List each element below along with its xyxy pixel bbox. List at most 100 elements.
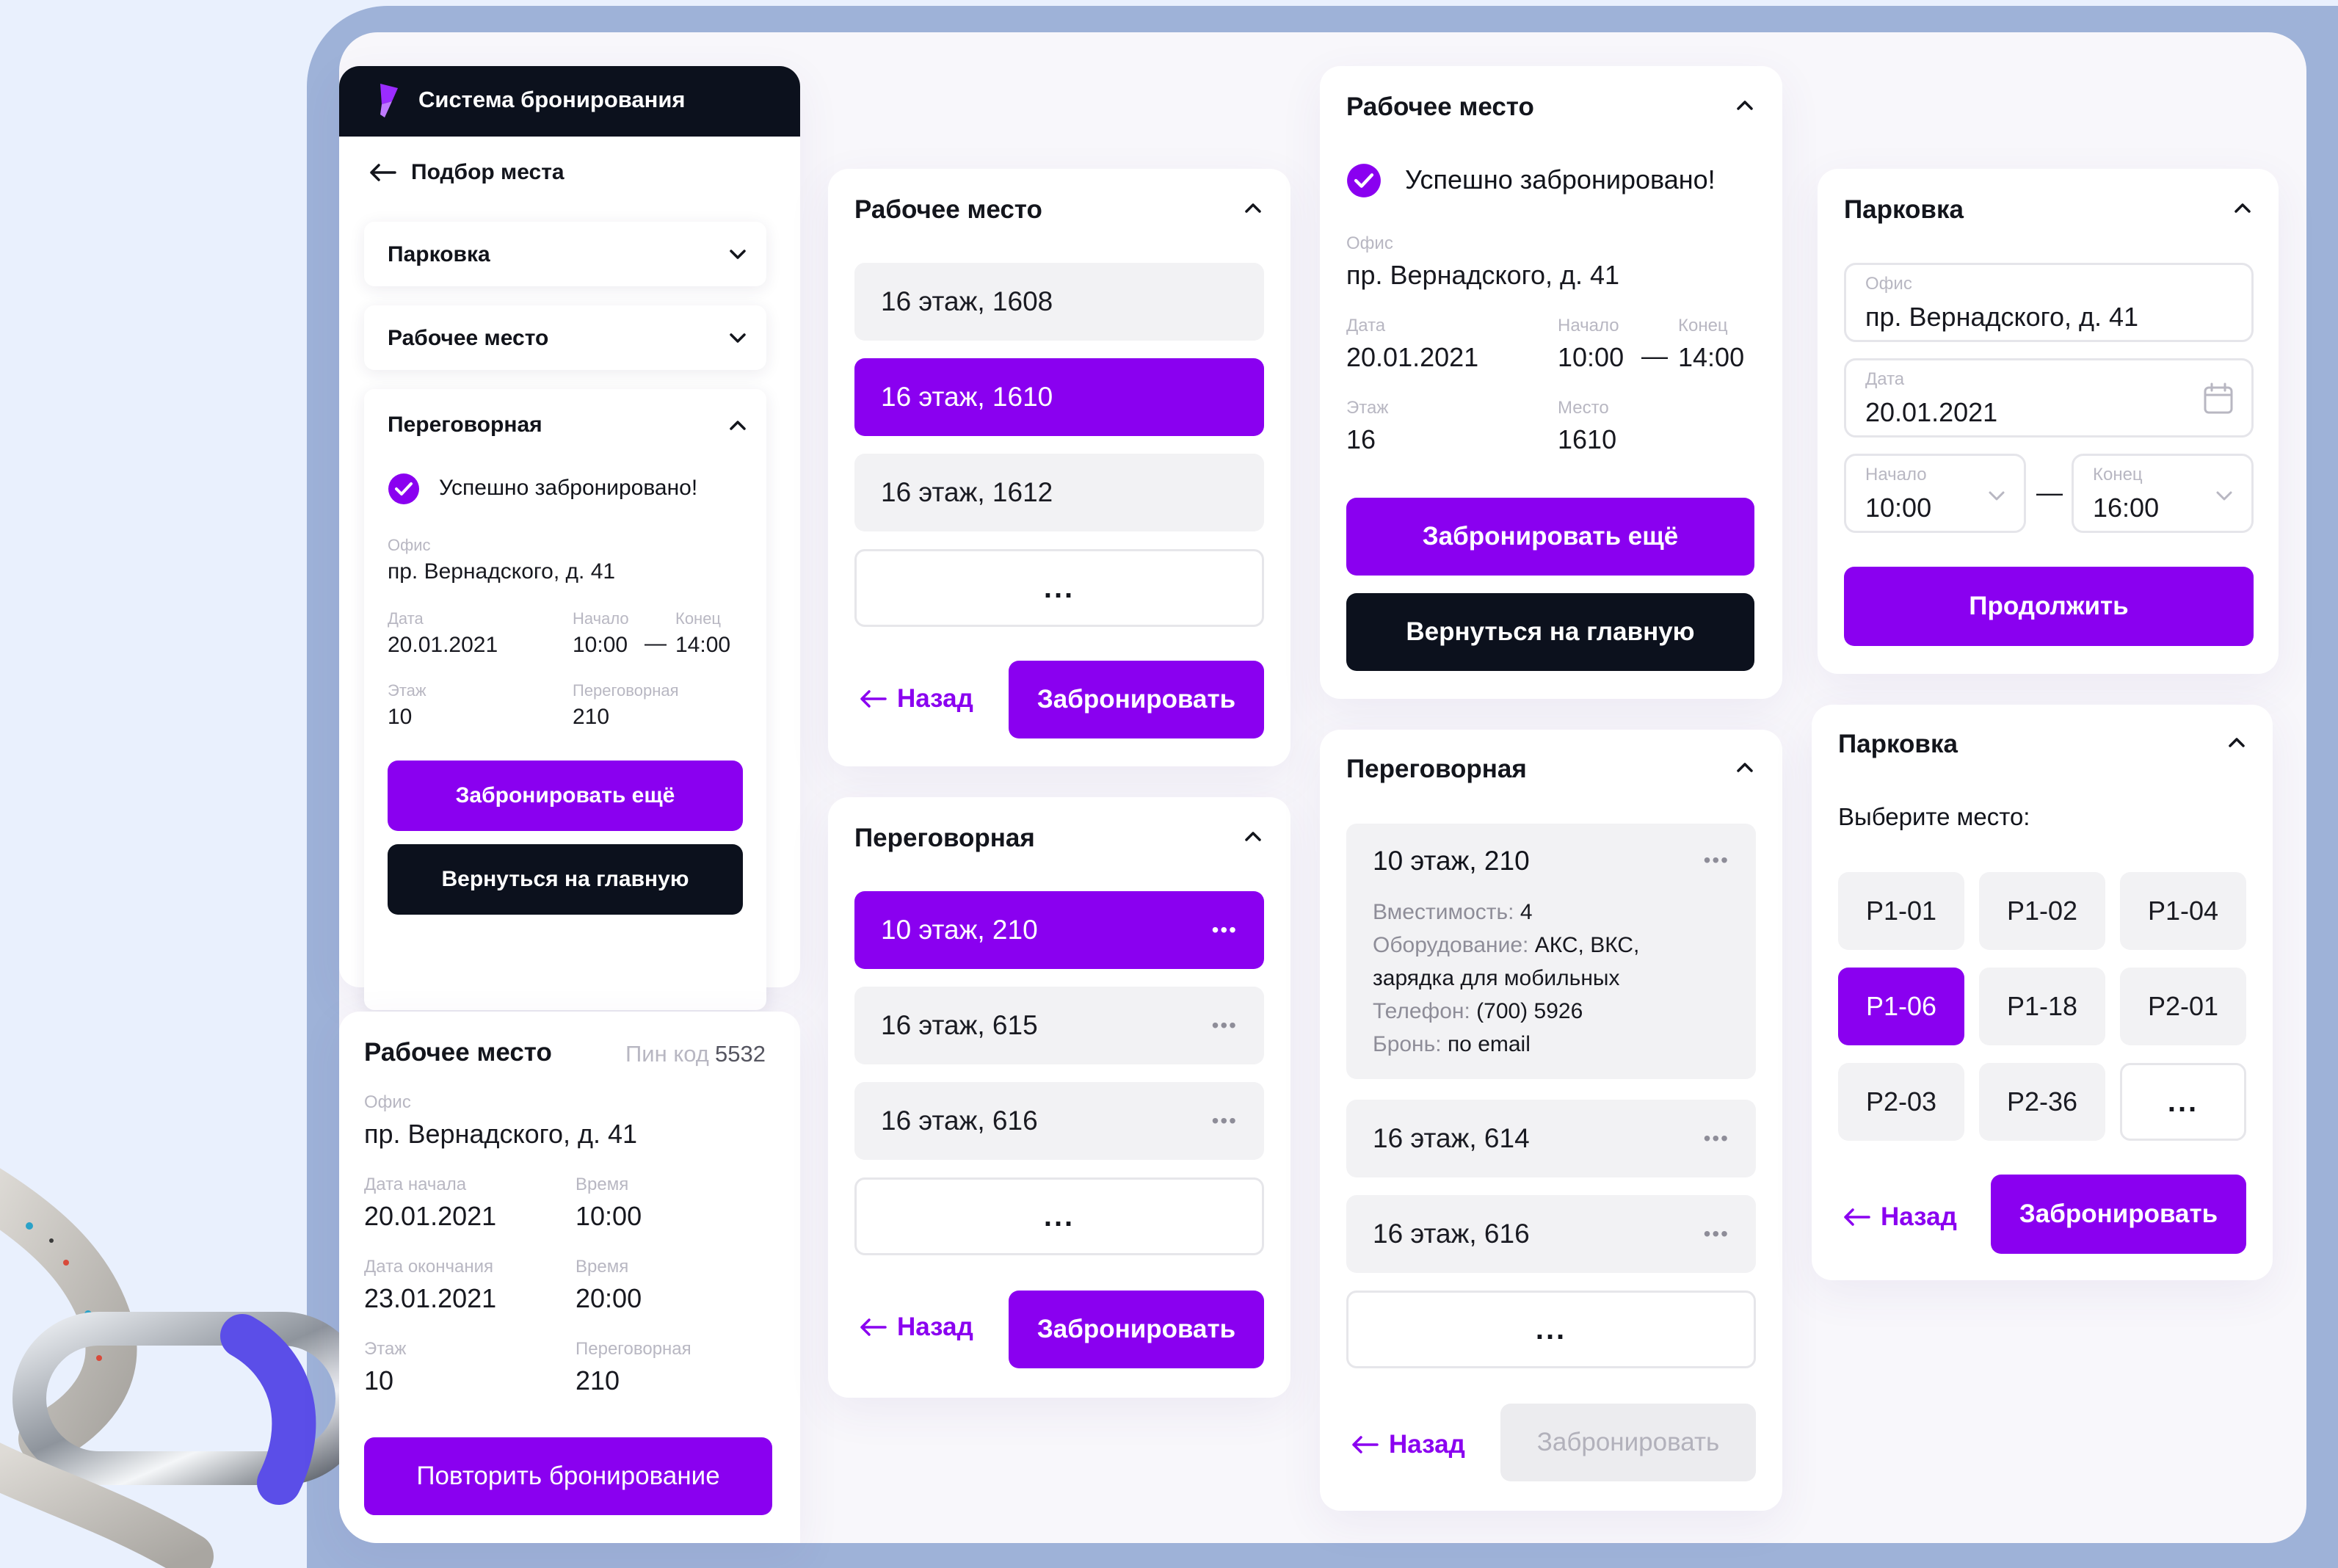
start-time-select[interactable]: Начало 10:00 [1844,454,2026,533]
field-label: Дата [1865,369,1905,389]
back-button[interactable]: Назад [859,1313,973,1342]
book-button-disabled[interactable]: Забронировать [1500,1404,1756,1481]
time-dash: — [1641,341,1668,371]
book-button[interactable]: Забронировать [1991,1175,2246,1254]
phone-label: Телефон: [1373,999,1470,1023]
back-button[interactable]: Назад [1843,1202,1957,1232]
book-more-button[interactable]: Забронировать ещё [388,761,743,831]
office-value: пр. Вернадского, д. 41 [1346,260,1620,290]
back-arrow-icon [860,690,887,708]
more-spots-button[interactable]: ... [2120,1063,2246,1141]
accordion-parking[interactable]: Парковка [364,222,766,286]
nav-title: Подбор места [411,160,564,184]
accordion-label[interactable]: Переговорная [388,413,542,438]
option-label: 16 этаж, 616 [881,1106,1038,1136]
chevron-up-icon[interactable] [1734,94,1756,116]
repeat-booking-button[interactable]: Повторить бронирование [364,1437,772,1515]
workplace-option[interactable]: 16 этаж, 1608 [854,263,1264,341]
office-field[interactable]: Офис пр. Вернадского, д. 41 [1844,263,2254,342]
parking-spot[interactable]: P1-18 [1979,968,2105,1045]
chevron-up-icon[interactable] [2226,731,2248,753]
option-label: 10 этаж, 210 [881,915,1038,945]
return-home-button[interactable]: Вернуться на главную [388,844,743,915]
calendar-icon[interactable] [2203,382,2234,415]
back-arrow-icon[interactable] [369,163,396,182]
meeting-room-option[interactable]: 16 этаж, 614 ••• [1346,1100,1756,1177]
more-options-button[interactable]: ... [854,549,1264,627]
meeting-room-expanded[interactable]: 10 этаж, 210 ••• Вместимость: 4 Оборудов… [1346,824,1756,1079]
office-label: Офис [388,536,431,554]
meeting-room-option[interactable]: 16 этаж, 616 ••• [854,1082,1264,1160]
workplace-option-selected[interactable]: 16 этаж, 1610 [854,358,1264,436]
more-horizontal-icon[interactable]: ••• [1704,1222,1729,1246]
option-label: 16 этаж, 615 [881,1010,1038,1040]
back-button[interactable]: Назад [859,684,973,714]
more-options-button[interactable]: ... [1346,1291,1756,1368]
chevron-down-icon [1989,491,2005,501]
book-button[interactable]: Забронировать [1009,1291,1264,1368]
end-value: 14:00 [1678,342,1745,372]
card-title: Парковка [1844,195,1964,224]
chevron-up-icon[interactable] [1242,825,1264,847]
continue-button[interactable]: Продолжить [1844,567,2254,646]
book-button[interactable]: Забронировать [1009,661,1264,738]
parking-spot[interactable]: P1-01 [1838,872,1964,950]
back-arrow-icon [860,1318,887,1336]
more-horizontal-icon[interactable]: ••• [1704,1127,1729,1150]
more-horizontal-icon[interactable]: ••• [1212,1109,1238,1133]
chevron-up-icon[interactable] [1734,756,1756,778]
parking-spot[interactable]: P1-04 [2120,872,2246,950]
booking-system-panel: Система бронирования Подбор места Парков… [339,66,800,1010]
meeting-room-option-selected[interactable]: 10 этаж, 210 ••• [854,891,1264,969]
more-horizontal-icon[interactable]: ••• [1212,1014,1238,1037]
chevron-up-icon[interactable] [2232,197,2254,219]
meeting-room-option[interactable]: 16 этаж, 616 ••• [1346,1195,1756,1273]
book-more-button[interactable]: Забронировать ещё [1346,498,1754,576]
accordion-workplace[interactable]: Рабочее место [364,305,766,370]
workplace-booking-card: Рабочее место Пин код 5532 Офис пр. Верн… [339,1012,800,1543]
booking-row: Бронь: по email [1373,1028,1639,1061]
workplace-success-card: Рабочее место Успешно забронировано! Офи… [1320,66,1782,699]
more-horizontal-icon[interactable]: ••• [1704,849,1729,872]
time-start-value: 10:00 [576,1201,642,1231]
more-horizontal-icon[interactable]: ••• [1212,918,1238,942]
phone-row: Телефон: (700) 5926 [1373,995,1639,1028]
meeting-room-select-card: Переговорная 10 этаж, 210 ••• 16 этаж, 61… [828,797,1290,1398]
more-icon: ... [1043,572,1075,604]
capacity-value: 4 [1520,900,1533,924]
start-value: 10:00 [1558,342,1624,372]
back-button[interactable]: Назад [1351,1430,1465,1459]
chevron-up-icon[interactable] [1242,197,1264,219]
equipment-row-2: зарядка для мобильных [1373,966,1620,990]
chevron-up-icon[interactable] [727,414,749,436]
floor-value: 10 [388,705,413,729]
office-value: пр. Вернадского, д. 41 [388,559,616,584]
capacity-row: Вместимость: 4 [1373,896,1639,929]
workplace-option[interactable]: 16 этаж, 1612 [854,454,1264,531]
end-time-select[interactable]: Конец 16:00 [2072,454,2254,533]
chain-decoration [0,1168,345,1568]
date-label: Дата [1346,316,1386,335]
equipment-label: Оборудование: [1373,933,1529,957]
date-field[interactable]: Дата 20.01.2021 [1844,358,2254,438]
meeting-room-option[interactable]: 16 этаж, 615 ••• [854,987,1264,1064]
return-home-button[interactable]: Вернуться на главную [1346,593,1754,671]
more-icon: ... [1535,1313,1567,1346]
date-label: Дата [388,609,424,628]
room-value: 210 [576,1365,620,1395]
parking-spot[interactable]: P2-03 [1838,1063,1964,1141]
room-name: 10 этаж, 210 [1373,846,1530,876]
date-start-value: 20.01.2021 [364,1201,497,1231]
floor-label: Этаж [1346,398,1389,418]
more-options-button[interactable]: ... [854,1177,1264,1255]
date-value: 20.01.2021 [388,633,498,657]
field-value: 10:00 [1865,493,1932,523]
room-details: Вместимость: 4 Оборудование: АКС, ВКС, з… [1373,896,1639,1061]
app-title: Система бронирования [418,87,686,112]
parking-spot-selected[interactable]: P1-06 [1838,968,1964,1045]
parking-spot[interactable]: P2-36 [1979,1063,2105,1141]
place-value: 1610 [1558,424,1617,454]
app-header: Система бронирования [339,66,800,137]
parking-spot[interactable]: P1-02 [1979,872,2105,950]
parking-spot[interactable]: P2-01 [2120,968,2246,1045]
